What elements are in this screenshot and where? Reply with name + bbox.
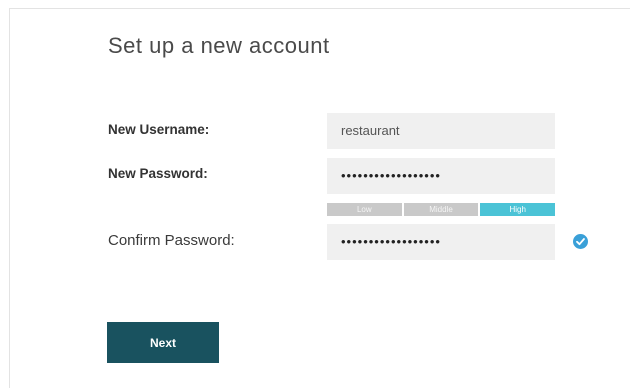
- username-label: New Username:: [108, 122, 210, 137]
- password-label: New Password:: [108, 166, 208, 181]
- strength-high: High: [480, 203, 556, 216]
- password-input[interactable]: ••••••••••••••••••: [327, 158, 555, 194]
- password-strength-meter: Low Middle High: [327, 203, 556, 216]
- next-button[interactable]: Next: [107, 322, 219, 363]
- page-title: Set up a new account: [108, 33, 330, 58]
- check-circle-icon: [573, 234, 588, 249]
- confirm-password-label: Confirm Password:: [108, 232, 235, 249]
- setup-panel: [9, 8, 630, 388]
- strength-low: Low: [327, 203, 402, 216]
- confirm-password-input[interactable]: ••••••••••••••••••: [327, 224, 555, 260]
- strength-middle: Middle: [403, 203, 479, 216]
- username-input[interactable]: [327, 113, 555, 149]
